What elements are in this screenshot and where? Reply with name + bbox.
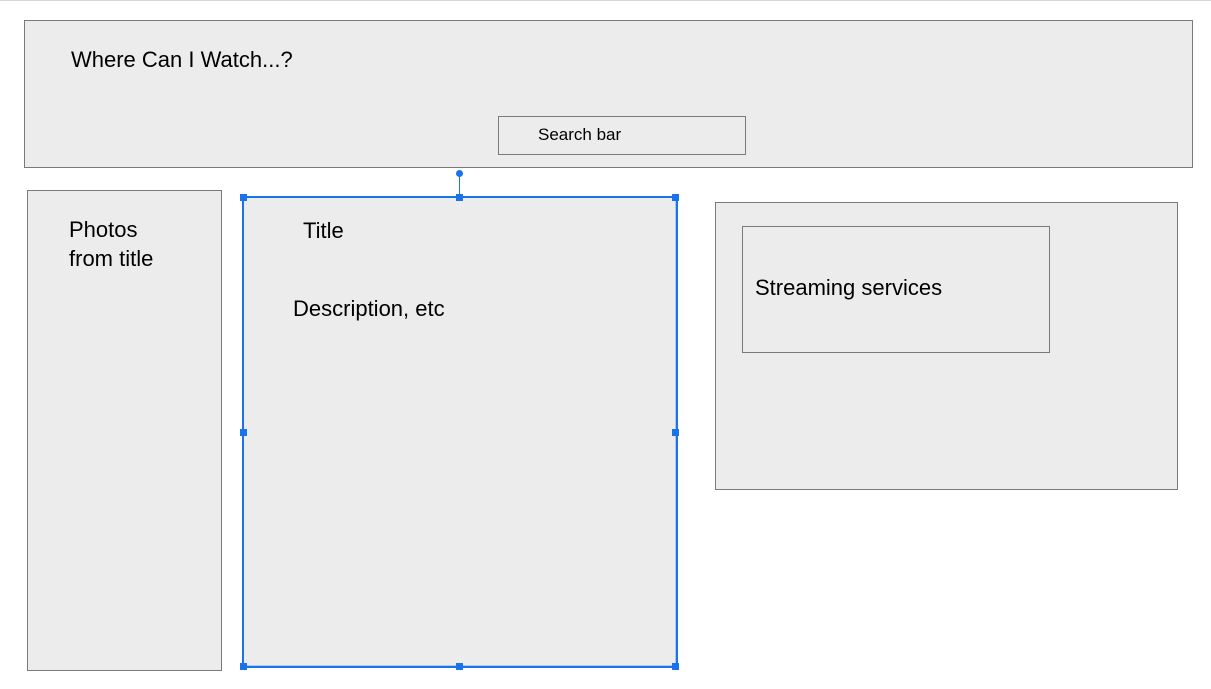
- streaming-panel[interactable]: Streaming services: [715, 202, 1178, 490]
- rotate-handle-stem: [459, 176, 460, 196]
- header-box[interactable]: Where Can I Watch...? Search bar: [24, 20, 1193, 168]
- title-panel[interactable]: Title Description, etc: [243, 197, 676, 666]
- photos-panel[interactable]: Photos from title: [27, 190, 222, 671]
- rotate-handle[interactable]: [456, 170, 463, 177]
- search-bar-label: Search bar: [538, 125, 622, 144]
- app-title: Where Can I Watch...?: [71, 47, 293, 72]
- resize-handle-right[interactable]: [672, 429, 679, 436]
- search-bar[interactable]: Search bar: [498, 116, 746, 155]
- resize-handle-left[interactable]: [240, 429, 247, 436]
- resize-handle-top-left[interactable]: [240, 194, 247, 201]
- photos-label: Photos from title: [69, 217, 154, 271]
- title-label: Title: [303, 218, 344, 243]
- resize-handle-top-right[interactable]: [672, 194, 679, 201]
- description-label: Description, etc: [293, 296, 445, 321]
- resize-handle-top[interactable]: [456, 194, 463, 201]
- resize-handle-bottom-right[interactable]: [672, 663, 679, 670]
- streaming-services-label: Streaming services: [755, 275, 943, 300]
- streaming-services-box[interactable]: Streaming services: [742, 226, 1050, 353]
- resize-handle-bottom-left[interactable]: [240, 663, 247, 670]
- canvas-top-rule: [0, 0, 1211, 1]
- resize-handle-bottom[interactable]: [456, 663, 463, 670]
